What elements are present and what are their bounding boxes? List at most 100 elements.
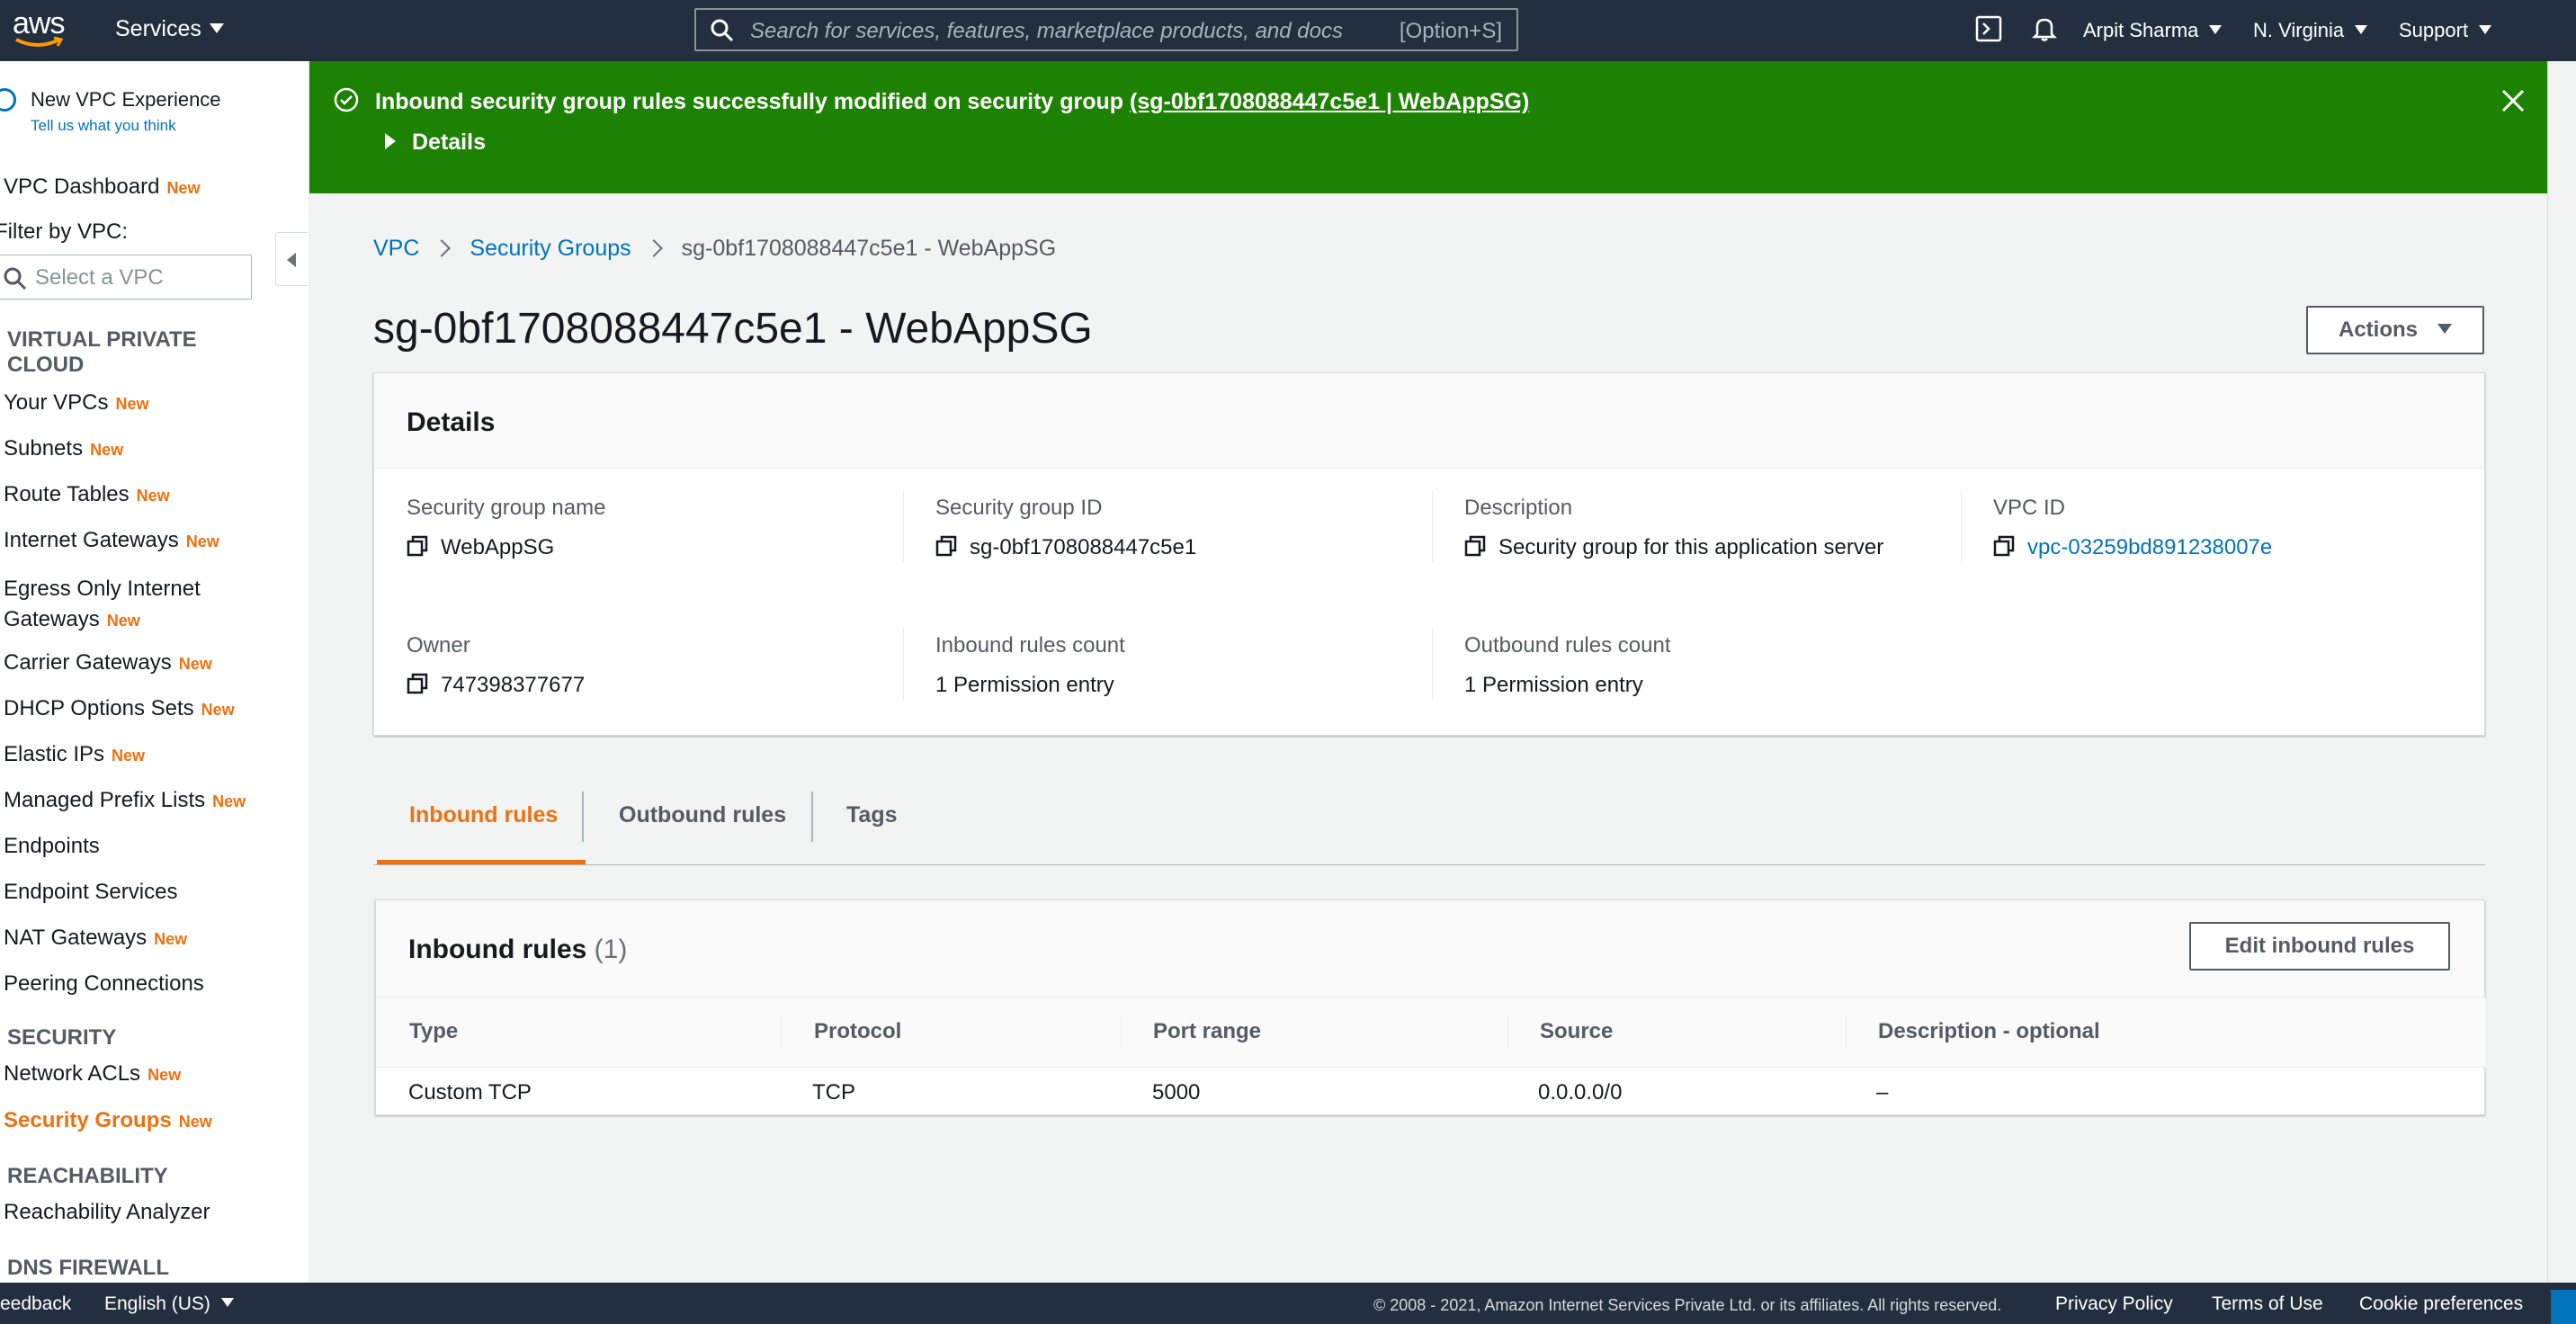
outbound-rules-count-label: Outbound rules count [1464, 633, 1671, 658]
aws-logo[interactable]: aws [13, 8, 68, 52]
edit-inbound-rules-button[interactable]: Edit inbound rules [2189, 922, 2450, 971]
tab-tags[interactable]: Tags [846, 802, 898, 828]
column-header-type[interactable]: Type [409, 1019, 458, 1044]
sidebar-item-label: Gateways [4, 607, 100, 631]
new-badge: New [201, 701, 235, 719]
sidebar-item-endpoints[interactable]: Endpoints [4, 834, 100, 859]
sidebar-item-route-tables[interactable]: Route Tables New [4, 482, 170, 507]
close-icon[interactable] [2500, 88, 2526, 113]
inbound-rules-panel: Inbound rules (1) Edit inbound rules Typ… [375, 899, 2486, 1115]
inbound-rules-count-value: 1 Permission entry [935, 673, 1114, 697]
search-placeholder: Search for services, features, marketpla… [750, 19, 1343, 43]
language-label: English (US) [104, 1293, 210, 1314]
description-text: Security group for this application serv… [1498, 535, 1884, 559]
edit-inbound-rules-label: Edit inbound rules [2224, 934, 2415, 958]
sidebar-item-nat-gateways[interactable]: NAT Gateways New [4, 926, 187, 951]
new-vpc-experience-toggle[interactable] [0, 88, 16, 112]
sidebar-item-egress-only-internet-gateways[interactable]: Egress Only Internet Gateways New [4, 574, 201, 636]
column-divider [1121, 1015, 1122, 1048]
new-vpc-experience-label: New VPC Experience [31, 88, 221, 111]
sidebar-item-endpoint-services[interactable]: Endpoint Services [4, 880, 177, 905]
chevron-right-icon [644, 239, 663, 257]
sidebar-item-carrier-gateways[interactable]: Carrier Gateways New [4, 650, 212, 675]
actions-button[interactable]: Actions [2306, 306, 2484, 354]
breadcrumb-vpc[interactable]: VPC [373, 236, 419, 261]
search-input[interactable]: Search for services, features, marketpla… [694, 8, 1518, 51]
new-badge: New [185, 532, 219, 550]
chevron-down-icon [220, 1298, 234, 1308]
sidebar-item-managed-prefix-lists[interactable]: Managed Prefix Lists New [4, 788, 246, 813]
sidebar-item-internet-gateways[interactable]: Internet Gateways New [4, 528, 219, 553]
tab-inbound-rules[interactable]: Inbound rules [409, 802, 558, 828]
sidebar-collapse-button[interactable] [275, 232, 308, 286]
privacy-policy-link[interactable]: Privacy Policy [2055, 1293, 2173, 1315]
new-badge: New [106, 612, 140, 630]
sidebar-item-your-vpcs[interactable]: Your VPCs New [4, 390, 149, 416]
tab-outbound-rules[interactable]: Outbound rules [619, 802, 786, 828]
sidebar-item-peering-connections[interactable]: Peering Connections [4, 971, 204, 997]
flash-security-group-link[interactable]: (sg-0bf1708088447c5e1 | WebAppSG) [1130, 89, 1529, 114]
chevron-down-icon [2355, 25, 2368, 35]
outbound-rules-count-value: 1 Permission entry [1464, 673, 1643, 697]
sidebar-item-label: DHCP Options Sets [4, 696, 194, 720]
security-group-id-value: sg-0bf1708088447c5e1 [935, 535, 1196, 560]
copy-icon[interactable] [407, 535, 428, 557]
flash-details-expander[interactable]: Details [385, 130, 486, 156]
sidebar-item-security-groups[interactable]: Security Groups New [4, 1108, 212, 1133]
feedback-link[interactable]: Tell us what you think [31, 117, 176, 135]
section-security-heading: SECURITY [7, 1025, 117, 1050]
account-menu[interactable]: Arpit Sharma [2083, 19, 2223, 42]
sidebar-item-vpc-dashboard[interactable]: VPC Dashboard New [4, 174, 200, 200]
new-badge: New [212, 792, 246, 810]
sidebar-item-dhcp-options-sets[interactable]: DHCP Options Sets New [4, 696, 235, 721]
cell-type: Custom TCP [408, 1080, 532, 1105]
column-header-source[interactable]: Source [1540, 1019, 1613, 1044]
sidebar-item-label: VPC Dashboard [4, 174, 160, 199]
vpc-id-link[interactable]: vpc-03259bd891238007e [2027, 535, 2272, 559]
chevron-down-icon [2479, 25, 2492, 35]
description-value: Security group for this application serv… [1464, 535, 1883, 560]
column-header-port-range[interactable]: Port range [1153, 1019, 1261, 1044]
cookie-preferences-link[interactable]: Cookie preferences [2359, 1293, 2523, 1315]
inbound-rules-title-text: Inbound rules [408, 935, 587, 964]
top-navigation-bar: aws Services Search for services, featur… [0, 0, 2576, 61]
breadcrumb-security-groups[interactable]: Security Groups [470, 236, 631, 261]
sidebar-item-reachability-analyzer[interactable]: Reachability Analyzer [4, 1200, 210, 1225]
sidebar: New VPC Experience Tell us what you thin… [0, 61, 309, 1283]
bell-icon[interactable] [2031, 15, 2058, 42]
vpc-filter-select[interactable]: Select a VPC [0, 255, 252, 300]
language-selector[interactable]: English (US) [104, 1293, 234, 1315]
security-group-id-label: Security group ID [935, 496, 1103, 520]
region-menu[interactable]: N. Virginia [2253, 19, 2368, 42]
sidebar-item-label: Your VPCs [4, 390, 109, 415]
terms-of-use-link[interactable]: Terms of Use [2212, 1293, 2323, 1315]
cloudshell-icon[interactable] [1975, 15, 2002, 42]
security-group-name-text: WebAppSG [441, 535, 555, 559]
inbound-rules-count: (1) [594, 935, 628, 964]
tab-divider [582, 792, 584, 842]
sidebar-item-elastic-ips[interactable]: Elastic IPs New [4, 742, 145, 767]
copy-icon[interactable] [935, 535, 957, 557]
copy-icon[interactable] [407, 673, 428, 694]
scroll-corner [2551, 1290, 2576, 1324]
vpc-id-value: vpc-03259bd891238007e [1993, 535, 2272, 560]
feedback-link[interactable]: eedback [0, 1293, 71, 1315]
column-header-protocol[interactable]: Protocol [814, 1019, 901, 1044]
new-badge: New [154, 930, 188, 948]
cell-port-range: 5000 [1152, 1080, 1201, 1105]
services-menu[interactable]: Services [115, 16, 224, 42]
scrollbar-track[interactable] [2547, 61, 2576, 1283]
sidebar-item-network-acls[interactable]: Network ACLs New [4, 1061, 181, 1087]
copy-icon[interactable] [1464, 535, 1486, 557]
support-menu[interactable]: Support [2399, 19, 2492, 42]
sidebar-item-label: Egress Only Internet [4, 577, 201, 601]
column-header-description[interactable]: Description - optional [1878, 1019, 2100, 1044]
tab-bar: Inbound rules Outbound rules Tags [373, 775, 2485, 865]
chevron-left-icon [287, 253, 296, 267]
copy-icon[interactable] [1993, 535, 2015, 557]
owner-label: Owner [407, 633, 470, 658]
table-header-row: Type Protocol Port range Source Descript… [376, 997, 2486, 1068]
vpc-id-label: VPC ID [1993, 496, 2066, 520]
sidebar-item-subnets[interactable]: Subnets New [4, 436, 123, 461]
breadcrumb: VPC Security Groups sg-0bf1708088447c5e1 -… [373, 236, 1056, 262]
